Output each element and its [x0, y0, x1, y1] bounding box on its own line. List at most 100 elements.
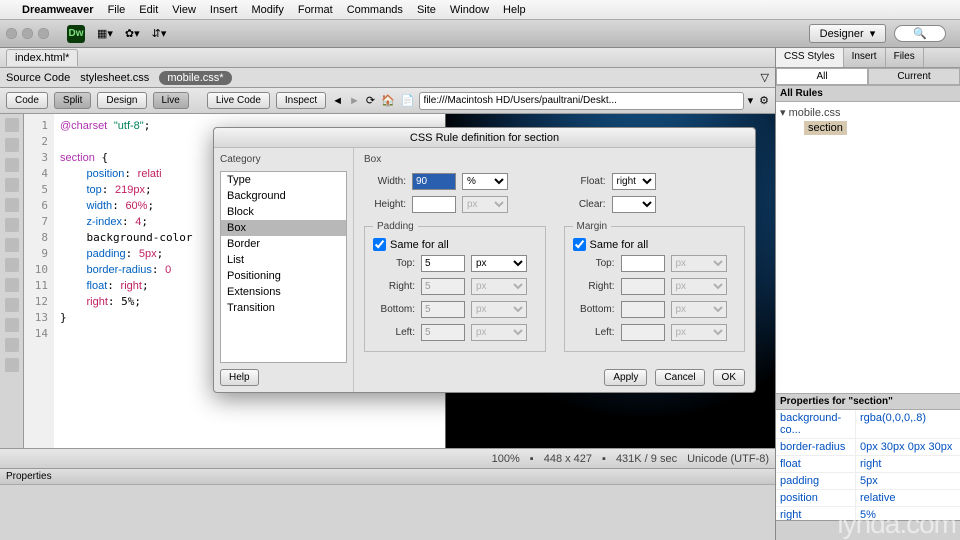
search-icon[interactable]: 🔍: [894, 25, 946, 42]
ok-button[interactable]: OK: [713, 369, 745, 386]
category-block[interactable]: Block: [221, 204, 346, 220]
tool-icon[interactable]: [5, 278, 19, 292]
prop-row[interactable]: background-co...rgba(0,0,0,.8): [776, 410, 960, 439]
category-box[interactable]: Box: [221, 220, 346, 236]
address-dropdown-icon[interactable]: ▾: [748, 94, 754, 107]
doc-tab-index[interactable]: index.html*: [6, 49, 78, 66]
category-border[interactable]: Border: [221, 236, 346, 252]
menu-format[interactable]: Format: [298, 4, 333, 16]
site-icon[interactable]: ⇵▾: [152, 27, 167, 40]
properties-panel: Properties: [0, 468, 775, 540]
prop-row[interactable]: floatright: [776, 456, 960, 473]
apply-button[interactable]: Apply: [604, 369, 647, 386]
document-tabs: index.html*: [0, 48, 775, 68]
width-input[interactable]: [412, 173, 456, 190]
menu-help[interactable]: Help: [503, 4, 526, 16]
css-panel-toolbar[interactable]: [776, 520, 960, 540]
menu-modify[interactable]: Modify: [251, 4, 283, 16]
rules-tree[interactable]: ▾ mobile.css section: [776, 102, 960, 393]
menu-site[interactable]: Site: [417, 4, 436, 16]
tool-icon[interactable]: [5, 338, 19, 352]
tool-icon[interactable]: [5, 298, 19, 312]
tool-icon[interactable]: [5, 178, 19, 192]
prop-row[interactable]: border-radius0px 30px 0px 30px: [776, 439, 960, 456]
props-grid[interactable]: background-co...rgba(0,0,0,.8)border-rad…: [776, 410, 960, 520]
margin-top-input[interactable]: [621, 255, 665, 272]
padding-same-check[interactable]: Same for all: [373, 238, 537, 251]
margin-left-input: [621, 324, 665, 341]
prop-row[interactable]: padding5px: [776, 473, 960, 490]
subtab-all[interactable]: All: [776, 68, 868, 85]
menu-edit[interactable]: Edit: [139, 4, 158, 16]
related-stylesheet[interactable]: stylesheet.css: [80, 72, 149, 84]
prop-row[interactable]: positionrelative: [776, 490, 960, 507]
source-code-link[interactable]: Source Code: [6, 72, 70, 84]
refresh-icon[interactable]: ⟳: [366, 94, 375, 107]
rules-selector[interactable]: section: [804, 121, 847, 135]
category-type[interactable]: Type: [221, 172, 346, 188]
category-positioning[interactable]: Positioning: [221, 268, 346, 284]
category-background[interactable]: Background: [221, 188, 346, 204]
related-mobile[interactable]: mobile.css*: [159, 71, 231, 85]
menu-view[interactable]: View: [172, 4, 196, 16]
live-view-button[interactable]: Live: [153, 92, 189, 109]
category-list[interactable]: List: [221, 252, 346, 268]
tool-icon[interactable]: [5, 158, 19, 172]
tab-css-styles[interactable]: CSS Styles: [776, 48, 844, 67]
address-field[interactable]: [419, 92, 744, 110]
height-input[interactable]: [412, 196, 456, 213]
margin-right-input: [621, 278, 665, 295]
padding-right-input: [421, 278, 465, 295]
padding-top-unit[interactable]: px: [471, 255, 527, 272]
live-code-button[interactable]: Live Code: [207, 92, 270, 109]
split-view-button[interactable]: Split: [54, 92, 91, 109]
cancel-button[interactable]: Cancel: [655, 369, 704, 386]
tool-icon[interactable]: [5, 258, 19, 272]
prop-row[interactable]: right5%: [776, 507, 960, 520]
tool-icon[interactable]: [5, 118, 19, 132]
tab-insert[interactable]: Insert: [844, 48, 886, 67]
height-unit-select[interactable]: px: [462, 196, 508, 213]
tab-files[interactable]: Files: [886, 48, 924, 67]
fwd-icon[interactable]: ►: [349, 95, 360, 107]
properties-header[interactable]: Properties: [0, 469, 775, 485]
menu-window[interactable]: Window: [450, 4, 489, 16]
inspect-button[interactable]: Inspect: [276, 92, 326, 109]
subtab-current[interactable]: Current: [868, 68, 960, 85]
tool-icon[interactable]: [5, 218, 19, 232]
back-icon[interactable]: ◄: [332, 95, 343, 107]
props-header: Properties for "section": [776, 393, 960, 410]
workspace-switcher[interactable]: Designer ▾: [809, 24, 887, 43]
zoom-level[interactable]: 100%: [492, 453, 520, 465]
app-toolbar: Dw ▦▾ ✿▾ ⇵▾ Designer ▾ 🔍: [0, 20, 960, 48]
filter-icon[interactable]: ▽: [761, 71, 769, 84]
category-transition[interactable]: Transition: [221, 300, 346, 316]
tool-icon[interactable]: [5, 238, 19, 252]
category-extensions[interactable]: Extensions: [221, 284, 346, 300]
tool-icon[interactable]: [5, 358, 19, 372]
related-files-bar: Source Code stylesheet.css mobile.css* ▽: [0, 68, 775, 88]
width-unit-select[interactable]: %: [462, 173, 508, 190]
menu-file[interactable]: File: [108, 4, 126, 16]
app-name[interactable]: Dreamweaver: [22, 4, 94, 16]
home-icon[interactable]: 🏠: [381, 94, 395, 107]
padding-top-input[interactable]: [421, 255, 465, 272]
menu-insert[interactable]: Insert: [210, 4, 238, 16]
help-button[interactable]: Help: [220, 369, 259, 386]
clear-select[interactable]: [612, 196, 656, 213]
margin-same-check[interactable]: Same for all: [573, 238, 737, 251]
tool-icon[interactable]: [5, 198, 19, 212]
options-icon[interactable]: ⚙: [759, 94, 769, 107]
tool-icon[interactable]: [5, 318, 19, 332]
code-view-button[interactable]: Code: [6, 92, 48, 109]
tool-icon[interactable]: [5, 138, 19, 152]
design-view-button[interactable]: Design: [97, 92, 146, 109]
window-controls[interactable]: [6, 28, 49, 39]
layout-icon[interactable]: ▦▾: [97, 27, 113, 40]
category-list[interactable]: TypeBackgroundBlockBoxBorderListPosition…: [220, 171, 347, 363]
float-select[interactable]: right: [612, 173, 656, 190]
menu-commands[interactable]: Commands: [347, 4, 403, 16]
margin-bottom-input: [621, 301, 665, 318]
padding-group: Padding Same for all Top:px Right:px Bot…: [364, 221, 546, 352]
extend-icon[interactable]: ✿▾: [125, 27, 140, 40]
